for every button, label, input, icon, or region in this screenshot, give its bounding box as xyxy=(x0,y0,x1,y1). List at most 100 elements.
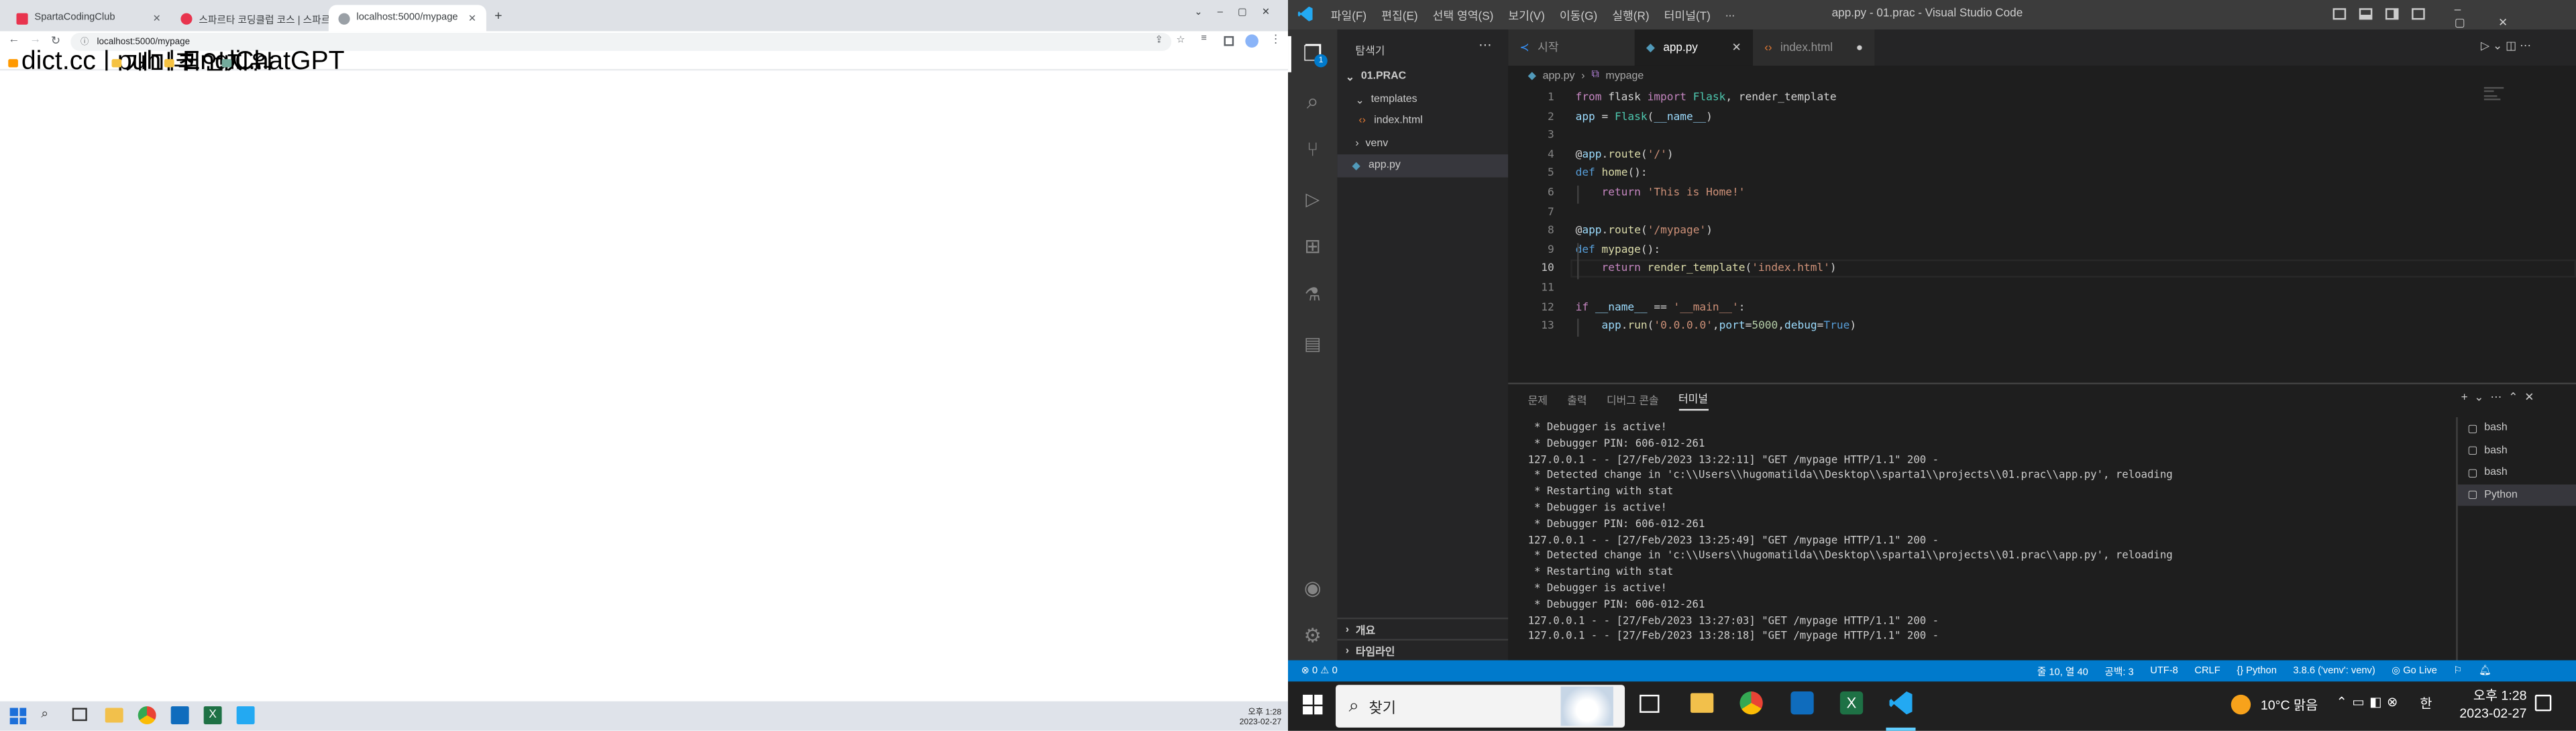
timeline-section[interactable]: › 타임라인 xyxy=(1337,638,1509,661)
weather[interactable]: 10°C 맑음 xyxy=(2261,696,2318,714)
back-icon[interactable]: ← xyxy=(8,34,19,46)
star-icon[interactable]: ☆ xyxy=(1176,34,1185,46)
run-icon[interactable]: ▷ xyxy=(2481,41,2489,52)
calculator-icon[interactable] xyxy=(170,706,189,725)
more-actions-icon[interactable]: ⋯ xyxy=(1479,38,1492,52)
menu-view[interactable]: 보기(V) xyxy=(1508,8,1544,24)
task-view-icon[interactable] xyxy=(1640,694,1660,713)
excel-icon[interactable]: X xyxy=(203,706,222,725)
file-index-html[interactable]: ‹› index.html xyxy=(1337,110,1508,132)
browser-tab-active[interactable]: localhost:5000/mypage ✕ xyxy=(328,5,486,32)
more-actions-icon[interactable]: ⋯ xyxy=(2490,392,2504,404)
new-tab-button[interactable]: + xyxy=(494,8,502,23)
menu-go[interactable]: 이동(G) xyxy=(1560,8,1597,24)
chevron-down-icon[interactable]: ⌄ xyxy=(2493,41,2502,52)
run-debug-icon[interactable]: ▷ xyxy=(1288,177,1337,220)
chrome-icon[interactable] xyxy=(1739,691,1763,715)
tab-output[interactable]: 출력 xyxy=(1567,391,1587,407)
terminal-item[interactable]: ▢ bash xyxy=(2458,417,2576,439)
tab-index-html[interactable]: ‹› index.html ● xyxy=(1753,30,1875,66)
minimap[interactable] xyxy=(2483,85,2510,105)
code-line[interactable]: def home(): xyxy=(1576,166,1648,180)
account-icon[interactable]: ◉ xyxy=(1288,567,1337,610)
remote-explorer-icon[interactable]: ▤ xyxy=(1288,322,1337,365)
code-line[interactable]: app = Flask(__name__) xyxy=(1576,109,1713,123)
tab-welcome[interactable]: ≺ 시작 xyxy=(1508,30,1635,66)
vscode-icon[interactable] xyxy=(236,706,255,725)
search-icon[interactable]: ⌕ xyxy=(41,706,48,722)
close-icon[interactable]: ✕ xyxy=(153,12,161,24)
folder-venv[interactable]: › venv xyxy=(1337,133,1508,155)
code-editor[interactable]: 1 from flask import Flask, render_templat… xyxy=(1508,85,2576,382)
taskbar-clock[interactable]: 오후 1:28 2023-02-27 xyxy=(1216,706,1282,728)
menu-terminal[interactable]: 터미널(T) xyxy=(1664,8,1711,24)
close-icon[interactable]: ✕ xyxy=(2524,392,2536,404)
browser-tab[interactable]: 스파르타 코딩클럽 코스 | 스파르타✕ xyxy=(171,5,329,31)
file-explorer-icon[interactable] xyxy=(1690,693,1714,713)
python-interpreter[interactable]: 3.8.6 ('venv': venv) xyxy=(2293,666,2375,676)
terminal-output[interactable]: * Debugger is active! * Debugger PIN: 60… xyxy=(1528,420,2448,646)
vscode-window-controls[interactable]: –▢✕ xyxy=(2455,5,2576,30)
monitor-icon[interactable]: ▭ xyxy=(2352,695,2369,710)
explorer-icon[interactable]: ❐ xyxy=(1288,33,1337,76)
media-icon[interactable]: ≡ xyxy=(1201,34,1207,44)
extensions-icon[interactable]: ⊞ xyxy=(1288,225,1337,268)
indentation[interactable]: 공백: 3 xyxy=(2104,663,2133,679)
breadcrumb-file[interactable]: app.py xyxy=(1543,70,1575,81)
go-live[interactable]: ◎ Go Live xyxy=(2392,665,2437,677)
more-actions-icon[interactable]: ⋯ xyxy=(2520,41,2531,52)
chrome-icon[interactable] xyxy=(138,706,156,725)
close-icon[interactable]: ✕ xyxy=(468,12,476,24)
network-icon[interactable]: ◧ xyxy=(2369,695,2387,710)
settings-gear-icon[interactable]: ⚙ xyxy=(1288,614,1337,657)
layout-custom-icon[interactable] xyxy=(2412,8,2425,20)
taskbar-clock[interactable]: 오후 1:28 2023-02-27 xyxy=(2448,687,2526,723)
menu-run[interactable]: 실행(R) xyxy=(1612,8,1649,24)
folder-root[interactable]: ⌄ 01.PRAC xyxy=(1337,66,1508,88)
close-icon[interactable]: ✕ xyxy=(1732,41,1741,54)
layout-panel-icon[interactable] xyxy=(2359,8,2373,20)
notification-icon[interactable] xyxy=(2534,694,2552,712)
terminal-item-active[interactable]: ▢ Python xyxy=(2457,484,2576,506)
menu-file[interactable]: 파일(F) xyxy=(1331,8,1366,24)
browser-tab[interactable]: SpartaCodingClub ✕ xyxy=(7,5,171,31)
end-of-line[interactable]: CRLF xyxy=(2194,666,2220,676)
more-icon[interactable]: ⋮ xyxy=(1270,33,1281,46)
unsaved-dot-icon[interactable]: ● xyxy=(1856,42,1863,53)
code-line[interactable]: def mypage(): xyxy=(1576,243,1661,256)
code-line[interactable]: if __name__ == '__main__': xyxy=(1576,300,1746,313)
search-icon[interactable]: ⌕ xyxy=(1288,80,1337,123)
code-line[interactable]: app.run('0.0.0.0',port=5000,debug=True) xyxy=(1576,319,1857,333)
folder-templates[interactable]: ⌄ templates xyxy=(1337,89,1508,111)
file-app-py[interactable]: ◆ app.py xyxy=(1337,154,1509,177)
code-line[interactable]: return 'This is Home!' xyxy=(1576,186,1746,199)
excel-icon[interactable]: X xyxy=(1839,691,1864,715)
terminal-item[interactable]: ▢ bash xyxy=(2458,439,2576,461)
task-view-icon[interactable] xyxy=(72,708,87,722)
split-editor-icon[interactable]: ◫ xyxy=(2506,41,2516,52)
code-line[interactable]: from flask import Flask, render_template xyxy=(1576,91,1837,104)
file-explorer-icon[interactable] xyxy=(105,708,123,723)
cursor-position[interactable]: 줄 10, 열 40 xyxy=(2037,663,2088,679)
layout-sidebar-icon[interactable] xyxy=(2332,8,2347,20)
forward-icon[interactable]: → xyxy=(30,34,41,46)
tab-terminal[interactable]: 터미널 xyxy=(1678,388,1709,410)
menu-edit[interactable]: 편집(E) xyxy=(1381,8,1417,24)
sidepanel-icon[interactable] xyxy=(1224,36,1234,46)
code-line[interactable]: @app.route('/mypage') xyxy=(1576,224,1713,237)
tab-debug-console[interactable]: 디버그 콘솔 xyxy=(1607,391,1659,407)
breadcrumb-symbol[interactable]: mypage xyxy=(1606,70,1644,81)
share-icon[interactable]: ⇪ xyxy=(1155,34,1163,46)
bookmark-item[interactable]: ChatGPT xyxy=(221,48,345,76)
window-controls[interactable]: ⌄–▢✕ xyxy=(1194,7,1285,18)
menu-selection[interactable]: 선택 영역(S) xyxy=(1433,8,1494,24)
tab-app-py[interactable]: ◆ app.py ✕ xyxy=(1634,30,1754,66)
mute-icon[interactable]: ⊗ xyxy=(2387,695,2403,710)
maximize-icon[interactable]: ⌃ xyxy=(2508,392,2520,404)
language-mode[interactable]: {} Python xyxy=(2237,666,2277,676)
chevron-up-icon[interactable]: ⌃ xyxy=(2336,695,2352,710)
menu-more[interactable]: ... xyxy=(1725,8,1735,24)
encoding[interactable]: UTF-8 xyxy=(2150,666,2178,676)
source-control-icon[interactable]: ⑂ xyxy=(1288,128,1337,171)
calculator-icon[interactable] xyxy=(1790,691,1814,715)
